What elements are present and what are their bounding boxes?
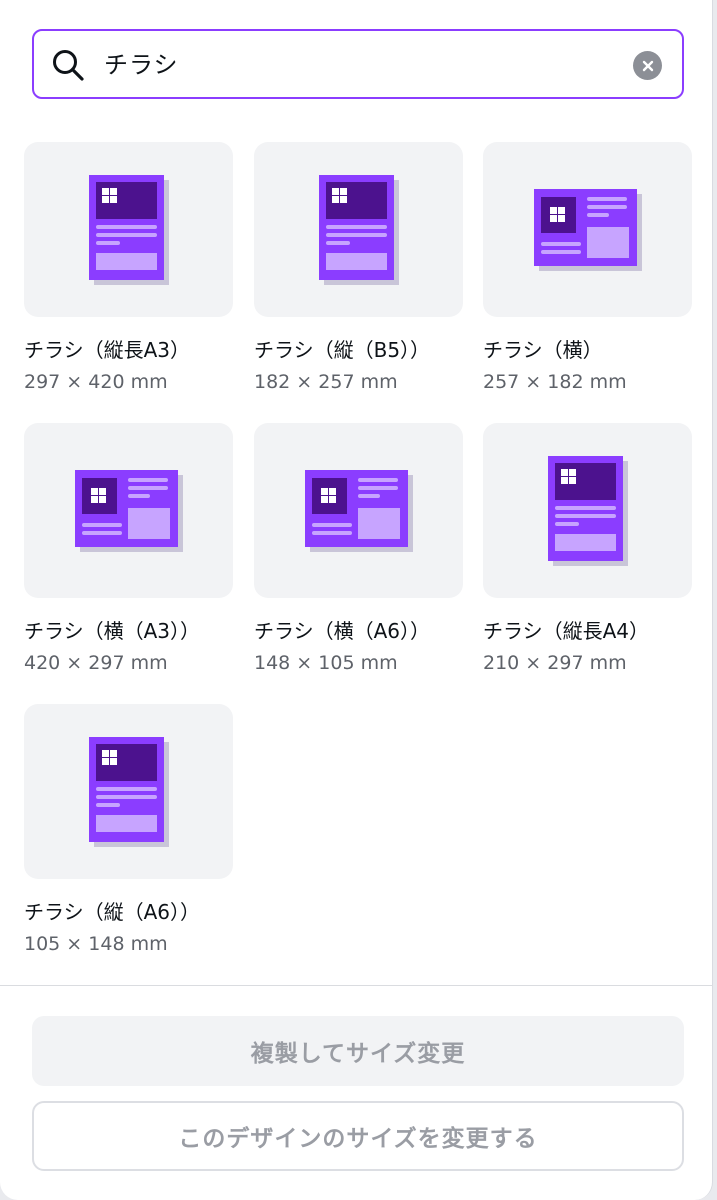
result-dimensions: 105 × 148 mm xyxy=(24,933,168,955)
result-tile[interactable]: チラシ（横） 257 × 182 mm xyxy=(483,142,692,394)
result-thumbnail xyxy=(24,142,233,317)
divider xyxy=(0,985,713,986)
result-thumbnail xyxy=(483,142,692,317)
result-name: チラシ（横） xyxy=(483,338,603,362)
result-tile[interactable]: チラシ（横（A6）） 148 × 105 mm xyxy=(254,423,463,675)
result-thumbnail xyxy=(254,142,463,317)
search-query[interactable]: チラシ xyxy=(104,49,179,81)
flyer-template-icon xyxy=(304,469,413,552)
result-tile[interactable]: チラシ（縦（A6）） 105 × 148 mm xyxy=(24,704,233,956)
result-name: チラシ（縦長A4） xyxy=(483,619,650,643)
result-dimensions: 257 × 182 mm xyxy=(483,371,627,393)
result-dimensions: 148 × 105 mm xyxy=(254,652,398,674)
result-name: チラシ（横（A6）） xyxy=(254,619,431,643)
resize-panel: チラシ チラシ（縦長A3） 297 × 420 mm チラシ（縦（B5）） 18… xyxy=(0,0,713,1200)
search-input[interactable]: チラシ xyxy=(32,29,684,99)
result-thumbnail xyxy=(254,423,463,598)
result-name: チラシ（縦長A3） xyxy=(24,338,191,362)
result-tile[interactable]: チラシ（横（A3）） 420 × 297 mm xyxy=(24,423,233,675)
search-icon xyxy=(53,50,84,81)
flyer-template-icon xyxy=(74,469,183,552)
resize-this-design-button[interactable]: このデザインのサイズを変更する xyxy=(32,1101,684,1171)
result-tile[interactable]: チラシ（縦長A3） 297 × 420 mm xyxy=(24,142,233,394)
clear-icon xyxy=(642,60,653,71)
flyer-template-icon xyxy=(318,174,399,285)
result-thumbnail xyxy=(483,423,692,598)
result-tile[interactable]: チラシ（縦長A4） 210 × 297 mm xyxy=(483,423,692,675)
result-dimensions: 297 × 420 mm xyxy=(24,371,168,393)
result-dimensions: 210 × 297 mm xyxy=(483,652,627,674)
clear-search-button[interactable] xyxy=(633,51,662,80)
copy-and-resize-button[interactable]: 複製してサイズ変更 xyxy=(32,1016,684,1086)
result-name: チラシ（縦（B5）） xyxy=(254,338,431,362)
flyer-template-icon xyxy=(547,455,628,566)
result-dimensions: 182 × 257 mm xyxy=(254,371,398,393)
flyer-template-icon xyxy=(88,174,169,285)
result-thumbnail xyxy=(24,704,233,879)
result-thumbnail xyxy=(24,423,233,598)
result-tile[interactable]: チラシ（縦（B5）） 182 × 257 mm xyxy=(254,142,463,394)
result-name: チラシ（横（A3）） xyxy=(24,619,201,643)
flyer-template-icon xyxy=(88,736,169,847)
result-dimensions: 420 × 297 mm xyxy=(24,652,168,674)
result-name: チラシ（縦（A6）） xyxy=(24,900,201,924)
flyer-template-icon xyxy=(533,188,642,271)
